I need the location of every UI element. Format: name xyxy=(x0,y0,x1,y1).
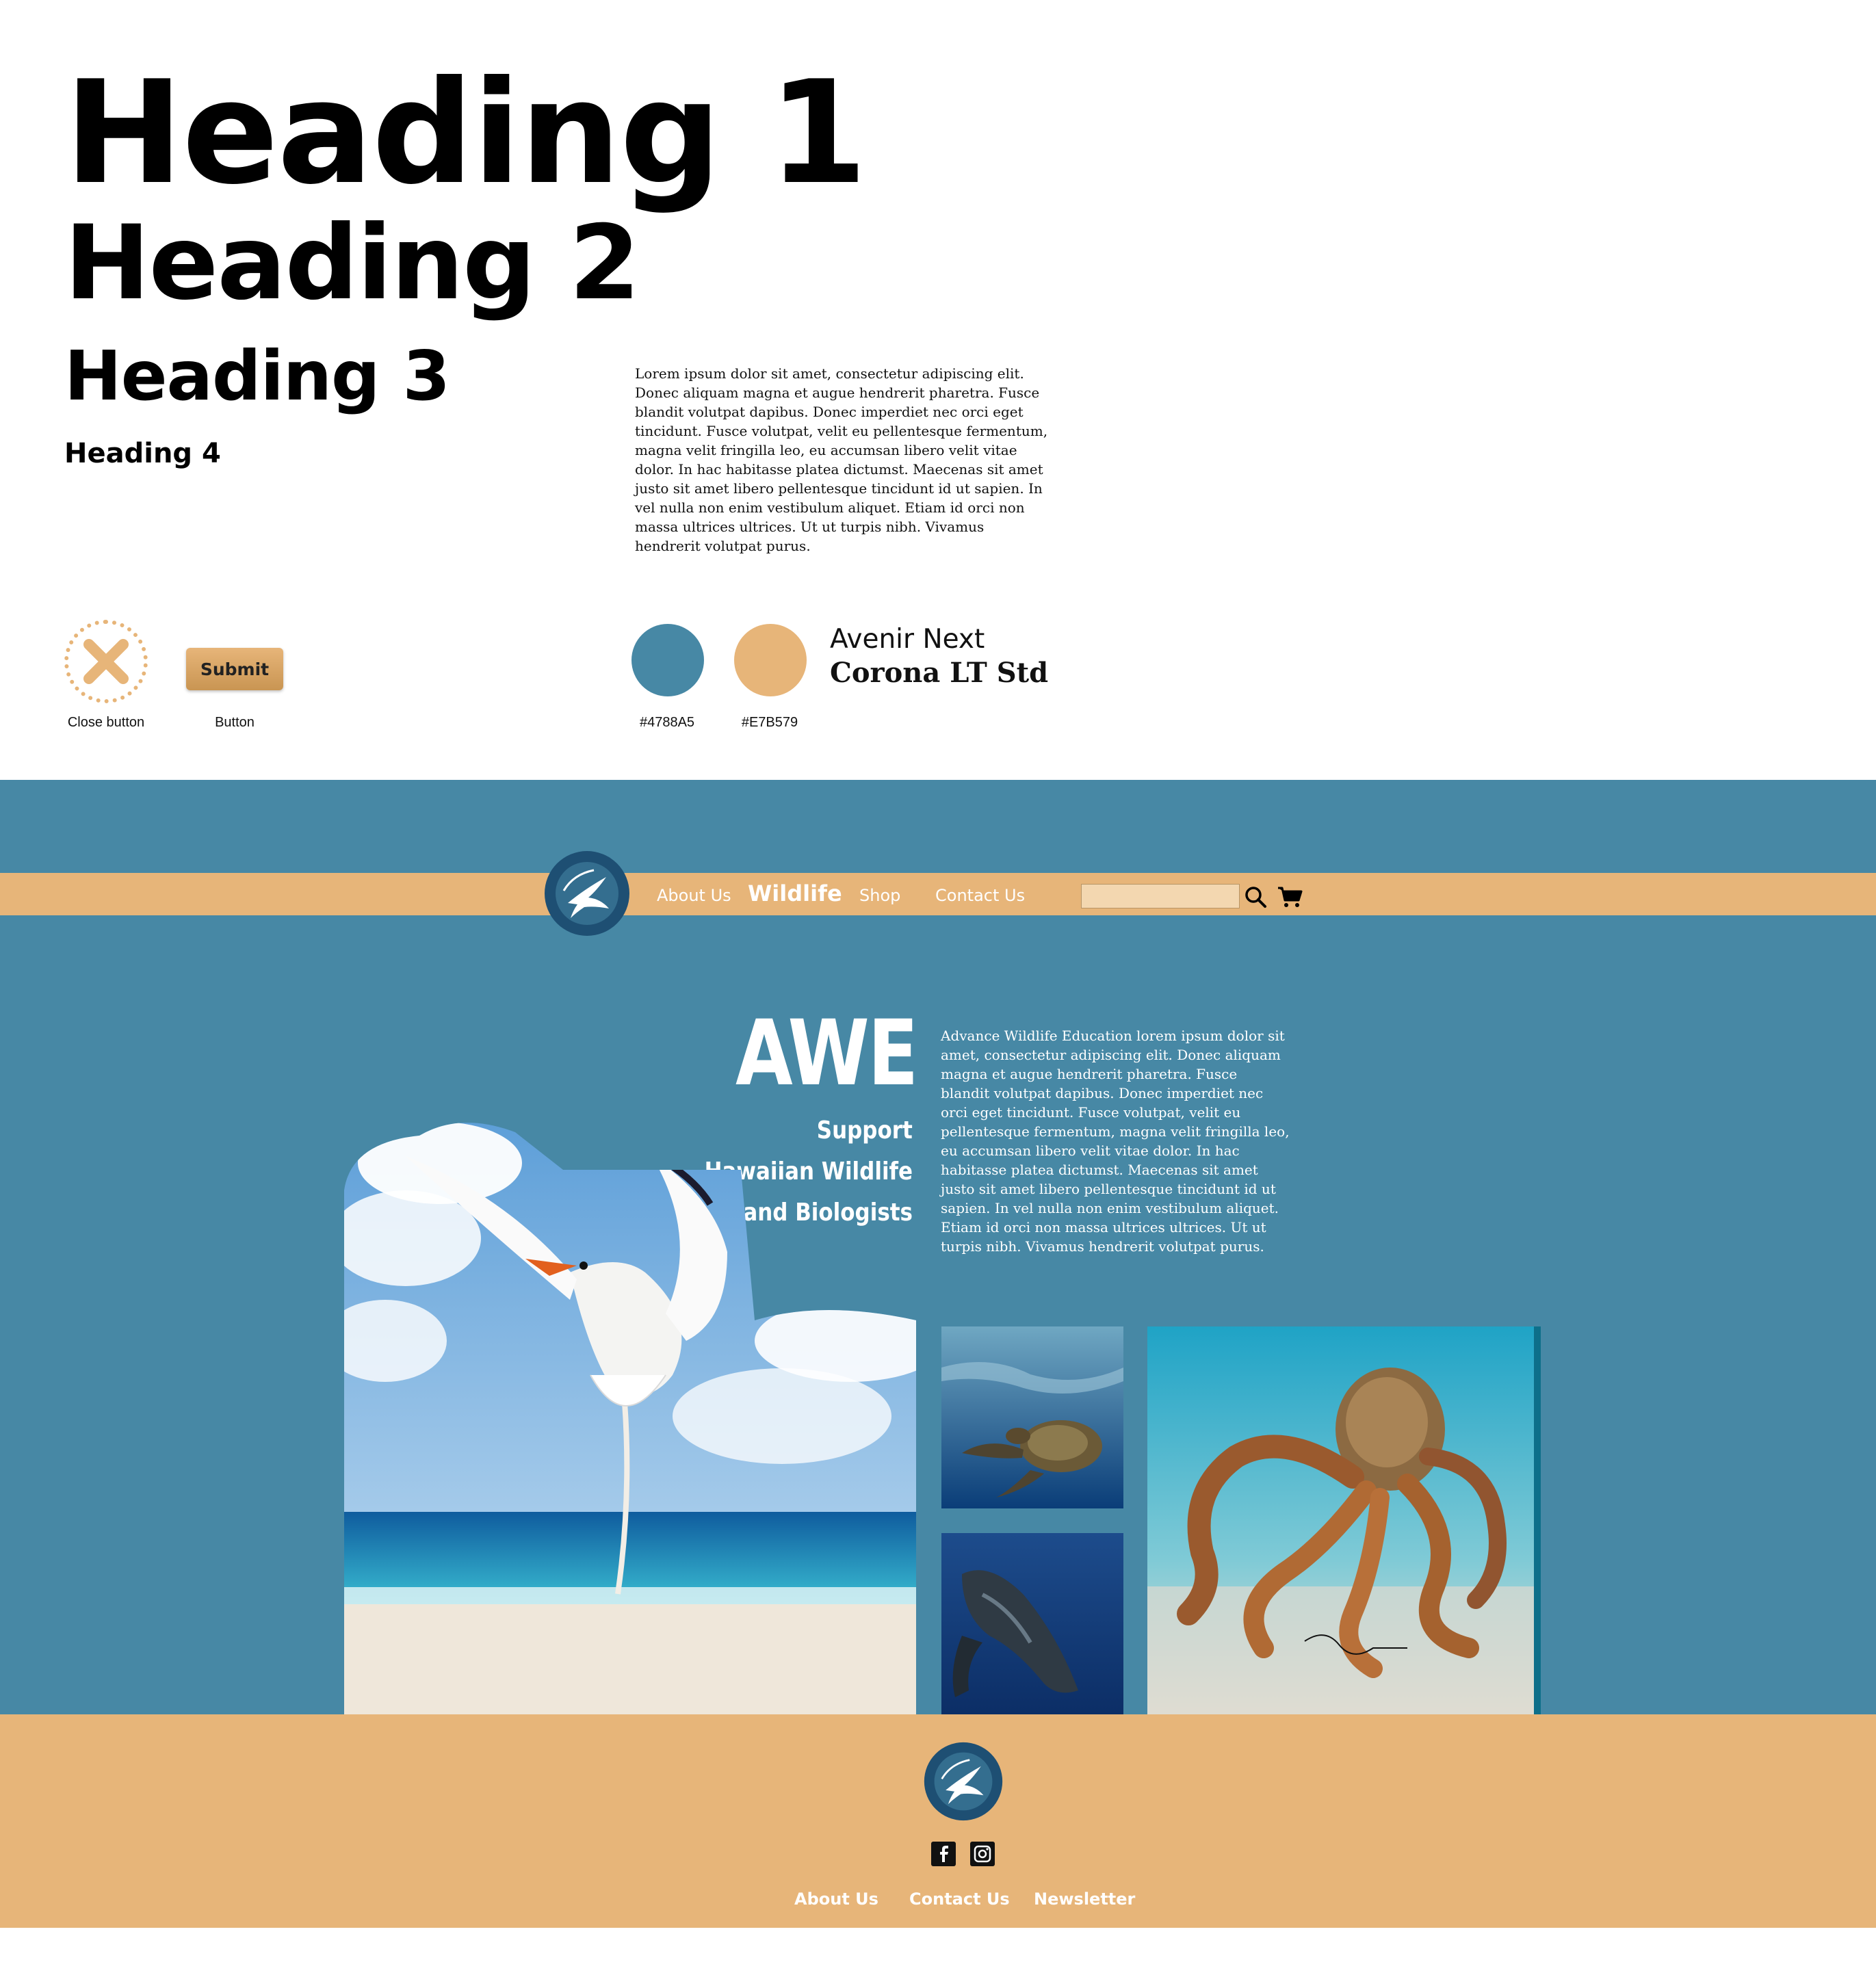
instagram-icon[interactable] xyxy=(970,1842,995,1866)
nav-item-shop[interactable]: Shop xyxy=(859,886,900,905)
heading-3-sample: Heading 3 xyxy=(64,336,450,416)
website-mockup: About Us Wildlife Shop Contact Us AWE Su… xyxy=(0,780,1876,1928)
tropicbird-beach-photo xyxy=(344,1123,916,1714)
button-caption: Button xyxy=(215,715,255,730)
nav-item-wildlife[interactable]: Wildlife xyxy=(748,880,842,906)
facebook-icon[interactable] xyxy=(931,1842,956,1866)
footer-link-newsletter[interactable]: Newsletter xyxy=(1034,1889,1135,1909)
swatch-gold-label: #E7B579 xyxy=(741,715,798,730)
search-icon[interactable] xyxy=(1244,885,1267,908)
hero-title: AWE xyxy=(735,1001,918,1106)
octopus-photo xyxy=(1147,1326,1541,1714)
swatch-blue-label: #4788A5 xyxy=(639,715,695,730)
sea-turtle-photo xyxy=(941,1326,1123,1508)
heading-1-sample: Heading 1 xyxy=(64,51,868,216)
nav-item-contact-us[interactable]: Contact Us xyxy=(935,886,1025,905)
footer-link-contact-us[interactable]: Contact Us xyxy=(909,1889,1010,1909)
hero-paragraph: Advance Wildlife Education lorem ipsum d… xyxy=(941,1028,1290,1255)
heading-4-sample: Heading 4 xyxy=(64,438,221,469)
color-swatch-gold xyxy=(734,624,807,696)
close-button[interactable] xyxy=(64,620,148,703)
body-text-sample: Lorem ipsum dolor sit amet, consectetur … xyxy=(635,365,1048,554)
site-background xyxy=(0,780,1876,1714)
font-sample-serif: Corona LT Std xyxy=(830,657,1049,689)
nav-item-about-us[interactable]: About Us xyxy=(657,886,731,905)
search-input[interactable] xyxy=(1081,884,1240,908)
footer-link-about-us[interactable]: About Us xyxy=(794,1889,878,1909)
close-icon xyxy=(83,639,129,684)
cart-icon[interactable] xyxy=(1277,885,1303,908)
heading-2-sample: Heading 2 xyxy=(64,204,640,323)
submit-button[interactable]: Submit xyxy=(186,648,283,690)
close-button-caption: Close button xyxy=(67,715,145,730)
color-swatch-blue xyxy=(631,624,704,696)
font-sample-sans: Avenir Next xyxy=(830,624,985,655)
logo-icon[interactable] xyxy=(543,850,631,937)
humpback-whale-photo xyxy=(941,1533,1123,1714)
footer-logo-icon[interactable] xyxy=(923,1741,1004,1822)
